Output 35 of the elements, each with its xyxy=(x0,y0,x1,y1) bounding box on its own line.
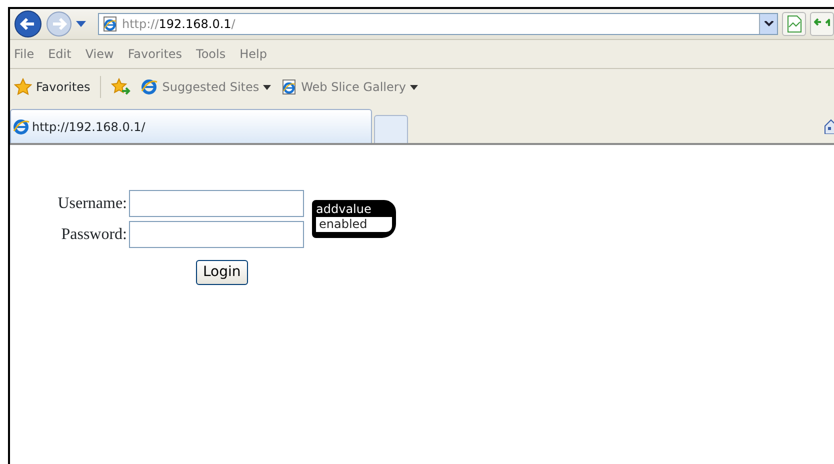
favorites-link[interactable]: Web Slice Gallery xyxy=(281,78,418,96)
home-icon[interactable] xyxy=(824,118,834,134)
browser-logo-icon xyxy=(141,79,158,95)
browser-tab[interactable]: http://192.168.0.1/ xyxy=(10,109,372,143)
password-field[interactable] xyxy=(129,221,304,248)
field-label: Username: xyxy=(56,194,128,214)
menu-item[interactable]: File xyxy=(14,45,34,63)
dropdown-button[interactable] xyxy=(759,14,777,34)
field-label: Password: xyxy=(60,224,128,244)
add-favorite-star-icon[interactable] xyxy=(111,78,132,96)
menu-item[interactable]: Favorites xyxy=(128,45,182,63)
broken-page-icon xyxy=(786,15,802,33)
brand-logo: addvalue enabled xyxy=(312,200,396,238)
page-icon xyxy=(102,16,118,32)
new-tab-button[interactable] xyxy=(374,115,408,143)
dropdown-caret-icon[interactable] xyxy=(76,21,86,27)
menu-item[interactable]: Help xyxy=(240,45,267,63)
refresh-button[interactable] xyxy=(810,12,834,36)
back-icon[interactable] xyxy=(14,10,42,38)
dropdown-caret-icon xyxy=(410,84,418,90)
login-button[interactable]: Login xyxy=(196,260,248,285)
dropdown-caret-icon xyxy=(263,84,272,90)
menu-item[interactable]: View xyxy=(85,45,114,63)
chevron-icon xyxy=(764,21,774,27)
url-text: http://192.168.0.1/ xyxy=(122,16,236,33)
menu-item[interactable]: Edit xyxy=(48,45,72,63)
browser-logo-icon xyxy=(13,118,30,134)
address-field[interactable]: http://192.168.0.1/ xyxy=(98,13,778,35)
username-field[interactable] xyxy=(129,190,304,217)
compatibility-button[interactable] xyxy=(782,12,806,36)
page-icon xyxy=(281,79,298,95)
menu-item[interactable]: Tools xyxy=(196,45,226,63)
favorites-link[interactable]: Suggested Sites xyxy=(141,78,272,96)
star-icon xyxy=(14,78,32,96)
favorites-button[interactable]: Favorites xyxy=(14,78,90,96)
